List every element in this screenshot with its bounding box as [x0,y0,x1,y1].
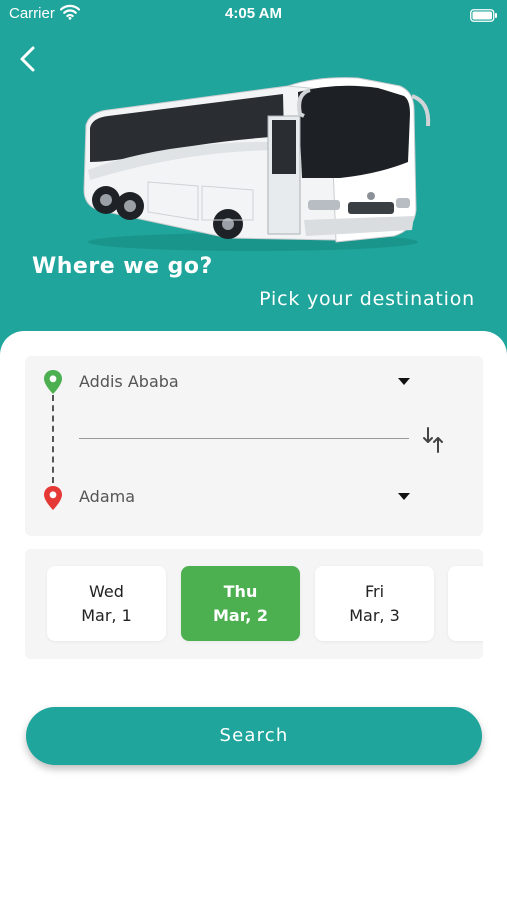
date-card-date: Mar, 1 [81,606,132,625]
date-card-day: Fri [364,582,385,601]
search-button[interactable]: Search [26,707,482,765]
caret-down-icon [398,378,410,385]
date-card[interactable]: Wed Mar, 1 [47,566,166,641]
date-card-partial[interactable] [448,566,483,641]
page-title: Where we go? [32,254,213,279]
date-card-day: Wed [89,582,124,601]
page-subtitle: Pick your destination [259,288,475,310]
status-bar: Carrier 4:05 AM [0,0,507,28]
date-card-day: Thu [223,582,258,601]
caret-down-icon [398,493,410,500]
chevron-left-icon [20,46,35,72]
date-card-date: Mar, 2 [212,606,269,625]
origin-city-dropdown[interactable]: Addis Ababa [79,368,414,398]
battery-icon [470,7,498,26]
bus-image [78,70,434,259]
route-divider [79,438,409,439]
date-selector[interactable]: Wed Mar, 1 Thu Mar, 2 Fri Mar, 3 [25,549,483,659]
swap-vertical-icon [423,427,443,453]
date-card-selected[interactable]: Thu Mar, 2 [181,566,300,641]
date-card[interactable]: Fri Mar, 3 [315,566,434,641]
destination-city-dropdown[interactable]: Adama [79,483,414,513]
destination-city-label: Adama [79,487,136,506]
origin-city-label: Addis Ababa [79,372,179,391]
route-connector [52,395,54,483]
swap-cities-button[interactable] [420,424,448,456]
location-pin-red-icon [43,485,63,515]
date-card-date: Mar, 3 [349,606,400,625]
header-banner: Carrier 4:05 AM Where we go? Pick your d… [0,0,507,360]
clock: 4:05 AM [225,5,282,22]
back-button[interactable] [14,44,44,74]
